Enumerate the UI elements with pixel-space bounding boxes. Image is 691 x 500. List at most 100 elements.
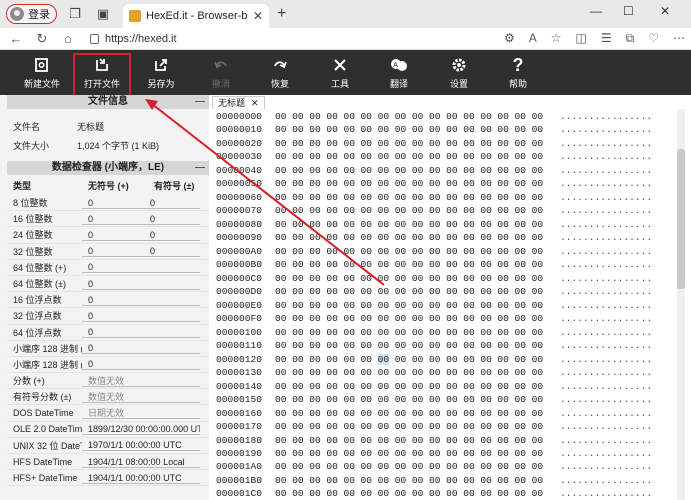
- hex-byte[interactable]: 00: [446, 461, 458, 472]
- inspector-value-field[interactable]: 数值无效: [82, 391, 200, 403]
- hex-byte[interactable]: 00: [378, 475, 390, 486]
- hex-byte[interactable]: 00: [463, 327, 475, 338]
- new-file-button[interactable]: 新建文件: [16, 50, 68, 95]
- hex-byte[interactable]: 00: [412, 327, 424, 338]
- vertical-scrollbar[interactable]: [677, 109, 685, 500]
- hex-byte[interactable]: 00: [515, 286, 527, 297]
- hex-byte[interactable]: 00: [343, 408, 355, 419]
- hex-byte[interactable]: 00: [463, 273, 475, 284]
- inspector-value-field[interactable]: 0: [82, 261, 200, 274]
- hex-byte[interactable]: 00: [429, 151, 441, 162]
- hex-byte[interactable]: 00: [395, 381, 407, 392]
- inspector-value-field[interactable]: 1904/1/1 00:00:00 UTC: [82, 472, 200, 484]
- hex-byte[interactable]: 00: [292, 286, 304, 297]
- hex-bytes[interactable]: 00 00 00 00 00 00 00 00 00 00 00 00 00 00 00 00: [275, 165, 543, 176]
- hex-byte[interactable]: 00: [395, 313, 407, 324]
- hex-byte[interactable]: 00: [429, 232, 441, 243]
- hex-bytes[interactable]: 00 00 00 00 00 00 00 00 00 00 00 00 00 00 00 00: [275, 448, 543, 459]
- hex-byte[interactable]: 00: [326, 165, 338, 176]
- hex-byte[interactable]: 00: [275, 435, 287, 446]
- hex-ascii[interactable]: ................: [560, 219, 652, 230]
- favorite-star-icon[interactable]: ☆: [551, 31, 562, 46]
- hex-ascii[interactable]: ................: [560, 232, 652, 243]
- hex-byte[interactable]: 00: [275, 124, 287, 135]
- hex-byte[interactable]: 00: [361, 232, 373, 243]
- hex-byte[interactable]: 00: [412, 192, 424, 203]
- hex-byte[interactable]: 00: [343, 313, 355, 324]
- hex-byte[interactable]: 00: [532, 488, 544, 499]
- hex-byte[interactable]: 00: [395, 300, 407, 311]
- hex-byte[interactable]: 00: [412, 165, 424, 176]
- hex-bytes[interactable]: 00 00 00 00 00 00 00 00 00 00 00 00 00 00 00 00: [275, 205, 543, 216]
- hex-byte[interactable]: 00: [343, 178, 355, 189]
- hex-byte[interactable]: 00: [480, 138, 492, 149]
- hex-byte[interactable]: 00: [497, 205, 509, 216]
- hex-byte[interactable]: 00: [515, 354, 527, 365]
- hex-byte[interactable]: 00: [480, 448, 492, 459]
- hex-byte[interactable]: 00: [309, 381, 321, 392]
- hex-byte[interactable]: 00: [361, 286, 373, 297]
- hex-byte[interactable]: 00: [292, 327, 304, 338]
- hex-byte[interactable]: 00: [395, 273, 407, 284]
- hex-byte[interactable]: 00: [377, 353, 390, 365]
- hex-byte[interactable]: 00: [292, 300, 304, 311]
- unsigned-value-field[interactable]: 0: [82, 229, 144, 241]
- hex-byte[interactable]: 00: [480, 435, 492, 446]
- hex-byte[interactable]: 00: [378, 111, 390, 122]
- hex-byte[interactable]: 00: [309, 165, 321, 176]
- hex-ascii[interactable]: ................: [560, 246, 652, 257]
- hex-byte[interactable]: 00: [497, 111, 509, 122]
- hex-byte[interactable]: 00: [497, 286, 509, 297]
- hex-byte[interactable]: 00: [275, 300, 287, 311]
- hex-byte[interactable]: 00: [361, 219, 373, 230]
- hex-byte[interactable]: 00: [412, 367, 424, 378]
- hex-byte[interactable]: 00: [463, 259, 475, 270]
- hex-byte[interactable]: 00: [292, 178, 304, 189]
- inspector-value-field[interactable]: 1899/12/30 00:00:00.000 UTC: [82, 423, 200, 436]
- hex-byte[interactable]: 00: [446, 300, 458, 311]
- hex-byte[interactable]: 00: [361, 124, 373, 135]
- hex-byte[interactable]: 00: [412, 124, 424, 135]
- hex-byte[interactable]: 00: [429, 192, 441, 203]
- hex-byte[interactable]: 00: [275, 340, 287, 351]
- hex-ascii[interactable]: ................: [560, 165, 652, 176]
- maximize-button[interactable]: ☐: [623, 4, 634, 18]
- hex-byte[interactable]: 00: [378, 124, 390, 135]
- inspector-value-field[interactable]: 0: [82, 358, 200, 371]
- hex-byte[interactable]: 00: [532, 408, 544, 419]
- hex-byte[interactable]: 00: [395, 178, 407, 189]
- hex-byte[interactable]: 00: [429, 300, 441, 311]
- hex-byte[interactable]: 00: [446, 340, 458, 351]
- hex-byte[interactable]: 00: [480, 313, 492, 324]
- hex-byte[interactable]: 00: [515, 111, 527, 122]
- back-arrow-icon[interactable]: ←: [6, 31, 26, 46]
- hex-byte[interactable]: 00: [292, 124, 304, 135]
- hex-byte[interactable]: 00: [480, 327, 492, 338]
- hex-byte[interactable]: 00: [497, 246, 509, 257]
- unsigned-value-field[interactable]: 0: [82, 245, 144, 258]
- hex-byte[interactable]: 00: [463, 435, 475, 446]
- hex-byte[interactable]: 00: [292, 273, 304, 284]
- hex-byte[interactable]: 00: [361, 178, 373, 189]
- hex-bytes[interactable]: 00 00 00 00 00 00 00 00 00 00 00 00 00 00 00 00: [275, 246, 543, 257]
- signed-value-field[interactable]: 0: [144, 197, 200, 209]
- hex-byte[interactable]: 00: [429, 246, 441, 257]
- hex-byte[interactable]: 00: [309, 354, 321, 365]
- hex-byte[interactable]: 00: [480, 273, 492, 284]
- hex-byte[interactable]: 00: [326, 259, 338, 270]
- hex-byte[interactable]: 00: [446, 219, 458, 230]
- hex-byte[interactable]: 00: [412, 273, 424, 284]
- read-aloud-icon[interactable]: A: [529, 31, 537, 46]
- hex-byte[interactable]: 00: [412, 232, 424, 243]
- hex-byte[interactable]: 00: [532, 354, 544, 365]
- hex-byte[interactable]: 00: [343, 286, 355, 297]
- hex-byte[interactable]: 00: [429, 286, 441, 297]
- hex-byte[interactable]: 00: [378, 259, 390, 270]
- hex-byte[interactable]: 00: [378, 381, 390, 392]
- hex-byte[interactable]: 00: [480, 381, 492, 392]
- hex-byte[interactable]: 00: [446, 151, 458, 162]
- hex-byte[interactable]: 00: [378, 340, 390, 351]
- hex-byte[interactable]: 00: [326, 138, 338, 149]
- hex-byte[interactable]: 00: [343, 435, 355, 446]
- hex-byte[interactable]: 00: [412, 246, 424, 257]
